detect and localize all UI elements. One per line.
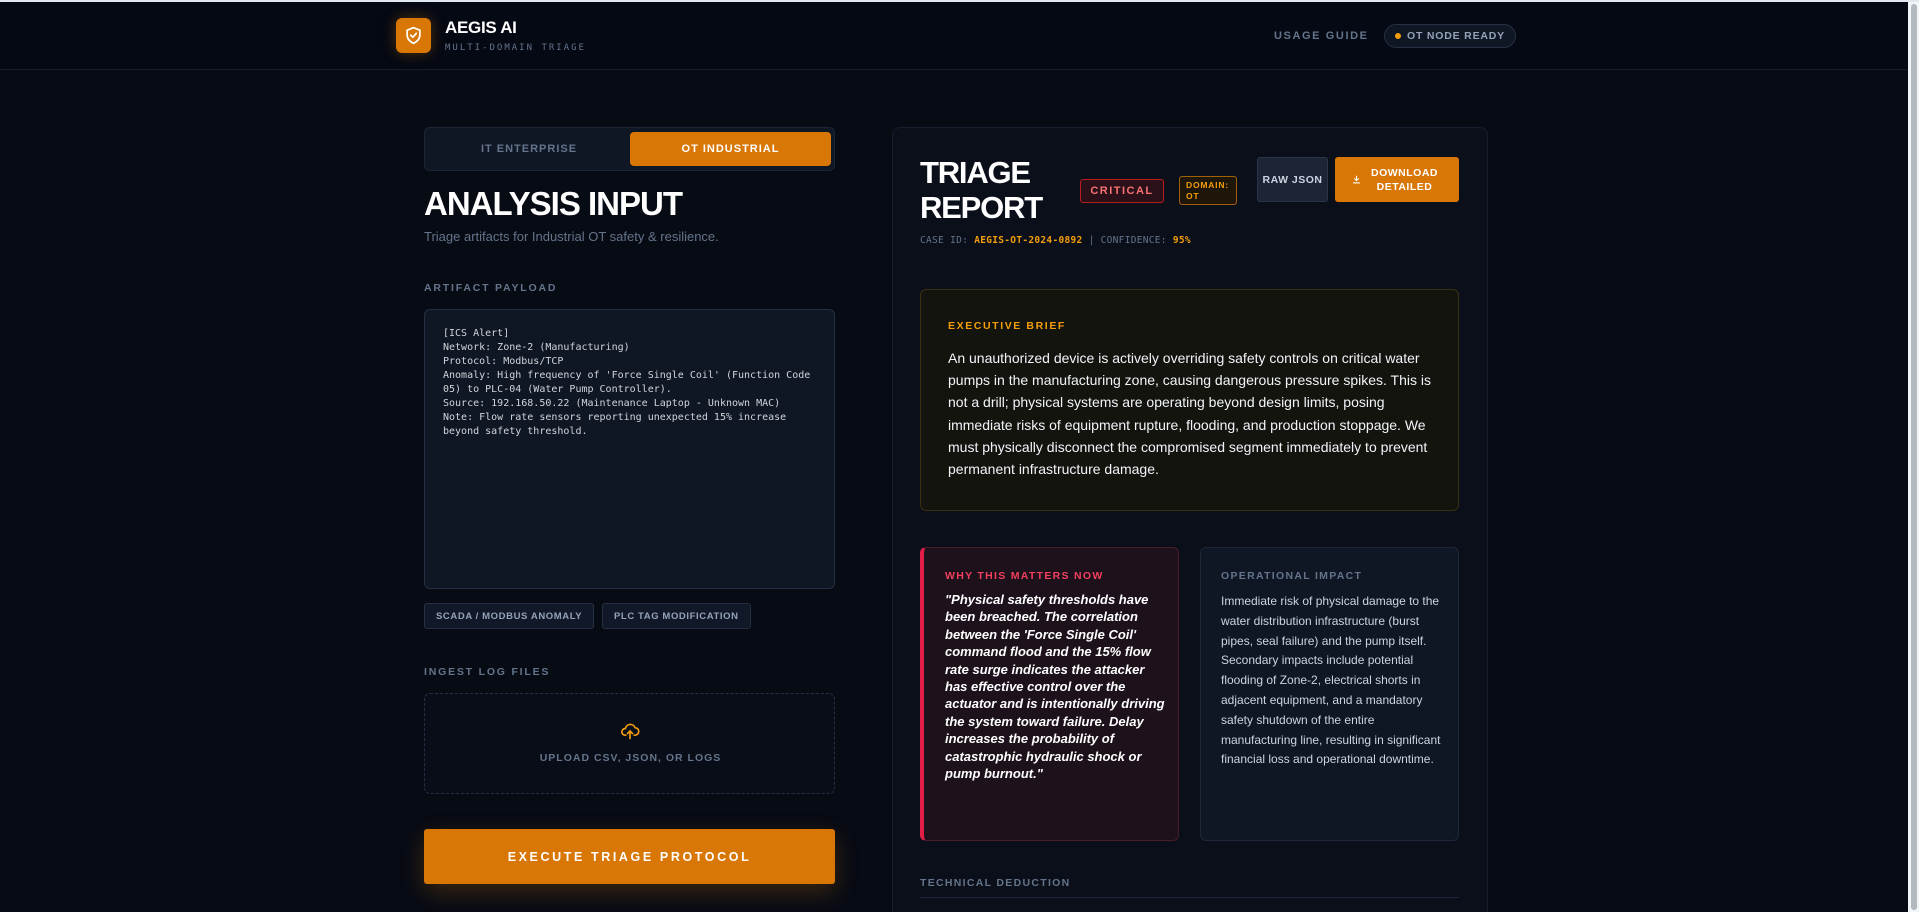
ingest-log-label: INGEST LOG FILES bbox=[424, 666, 551, 678]
cloud-upload-icon bbox=[620, 721, 640, 746]
operational-impact-card: OPERATIONAL IMPACT Immediate risk of phy… bbox=[1200, 547, 1459, 841]
execute-triage-button[interactable]: EXECUTE TRIAGE PROTOCOL bbox=[424, 829, 835, 884]
artifact-payload-textarea[interactable]: [ICS Alert] Network: Zone-2 (Manufacturi… bbox=[424, 309, 835, 589]
executive-brief-text: An unauthorized device is actively overr… bbox=[948, 350, 1432, 478]
download-label: DOWNLOAD DETAILED bbox=[1371, 166, 1438, 193]
shield-check-icon[interactable] bbox=[396, 18, 431, 53]
analysis-subtitle: Triage artifacts for Industrial OT safet… bbox=[424, 229, 719, 244]
operational-impact-label: OPERATIONAL IMPACT bbox=[1221, 570, 1363, 582]
report-title: TRIAGE REPORT bbox=[920, 155, 1043, 225]
tab-ot-industrial[interactable]: OT INDUSTRIAL bbox=[630, 132, 831, 166]
confidence-label: | CONFIDENCE: bbox=[1088, 235, 1167, 246]
why-matters-card: WHY THIS MATTERS NOW "Physical safety th… bbox=[920, 547, 1179, 841]
upload-text: UPLOAD CSV, JSON, OR LOGS bbox=[539, 752, 722, 764]
download-icon bbox=[1352, 175, 1360, 184]
case-id-label: CASE ID: bbox=[920, 235, 969, 246]
raw-json-button[interactable]: RAW JSON bbox=[1257, 157, 1328, 202]
domain-badge: DOMAIN: OT bbox=[1179, 176, 1237, 205]
brand-subtitle: MULTI-DOMAIN TRIAGE bbox=[445, 43, 586, 53]
case-id-value: AEGIS-OT-2024-0892 bbox=[974, 235, 1083, 246]
executive-brief-label: EXECUTIVE BRIEF bbox=[948, 320, 1066, 332]
confidence-value: 95% bbox=[1172, 235, 1191, 246]
operational-impact-text: Immediate risk of physical damage to the… bbox=[1221, 594, 1441, 767]
node-status-text: OT NODE READY bbox=[1407, 30, 1505, 42]
status-dot-icon bbox=[1395, 33, 1402, 39]
artifact-payload-label: ARTIFACT PAYLOAD bbox=[424, 282, 558, 294]
domain-toggle: IT ENTERPRISE OT INDUSTRIAL bbox=[424, 127, 835, 171]
tab-it-enterprise[interactable]: IT ENTERPRISE bbox=[429, 132, 629, 166]
download-detailed-button[interactable]: DOWNLOAD DETAILED bbox=[1335, 157, 1459, 202]
app-header: AEGIS AI MULTI-DOMAIN TRIAGE USAGE GUIDE… bbox=[0, 2, 1919, 70]
usage-guide-link[interactable]: USAGE GUIDE bbox=[1274, 30, 1369, 42]
technical-deduction-divider bbox=[920, 897, 1459, 898]
why-matters-label: WHY THIS MATTERS NOW bbox=[945, 570, 1104, 582]
brand-title: AEGIS AI bbox=[445, 18, 517, 37]
why-matters-text: "Physical safety thresholds have been br… bbox=[945, 592, 1165, 782]
severity-badge: CRITICAL bbox=[1080, 179, 1164, 203]
technical-deduction-label: TECHNICAL DEDUCTION bbox=[920, 877, 1071, 889]
upload-dropzone[interactable]: UPLOAD CSV, JSON, OR LOGS bbox=[424, 693, 835, 794]
executive-brief-card: EXECUTIVE BRIEF An unauthorized device i… bbox=[920, 289, 1459, 511]
node-status-badge: OT NODE READY bbox=[1384, 24, 1516, 48]
analysis-title: ANALYSIS INPUT bbox=[424, 185, 683, 222]
case-id-line: CASE ID: AEGIS-OT-2024-0892 | CONFIDENCE… bbox=[920, 235, 1191, 246]
tag-plc-modification[interactable]: PLC TAG MODIFICATION bbox=[602, 603, 751, 629]
tag-scada-modbus[interactable]: SCADA / MODBUS ANOMALY bbox=[424, 603, 595, 629]
scrollbar-thumb[interactable] bbox=[1911, 4, 1917, 910]
